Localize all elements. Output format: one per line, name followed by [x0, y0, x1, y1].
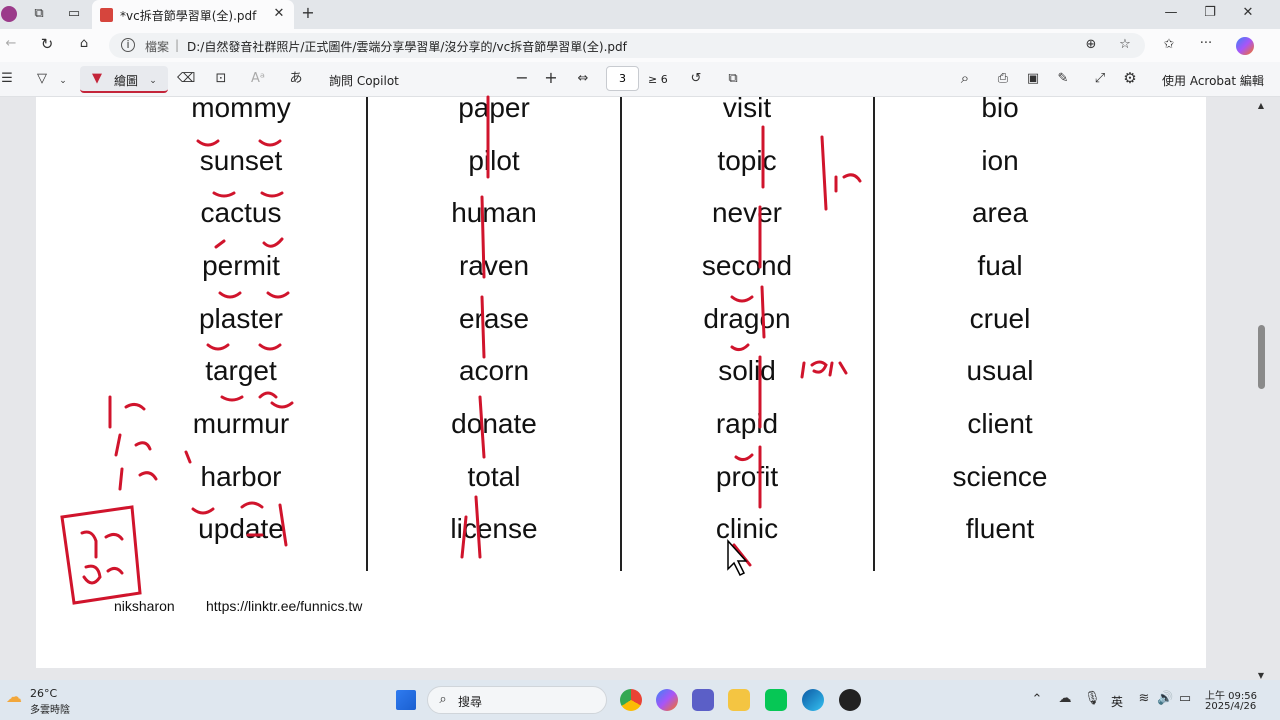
back-icon[interactable]: ← — [3, 37, 19, 51]
fullscreen-icon[interactable]: ⤢ — [1092, 72, 1108, 86]
highlight-icon[interactable]: ▽ — [34, 72, 50, 86]
url-source-label: 檔案 — [145, 40, 170, 54]
copilot-icon[interactable] — [1236, 37, 1254, 55]
workspaces-icon[interactable]: ⧉ — [31, 7, 47, 21]
clock-time[interactable]: 上午 09:56 — [1205, 687, 1257, 702]
favorite-star-icon[interactable]: ☆ — [1117, 38, 1133, 52]
page-number-input[interactable]: 3 — [606, 66, 639, 91]
page-total: ≥ 6 — [648, 73, 668, 86]
file-explorer-icon[interactable] — [728, 689, 750, 711]
close-tab-icon[interactable]: ✕ — [272, 7, 286, 21]
contents-icon[interactable]: ☰ — [0, 72, 14, 86]
vertical-scrollbar[interactable]: ▲ ▼ — [1254, 97, 1266, 680]
obs-icon[interactable] — [839, 689, 861, 711]
chrome-icon[interactable] — [620, 689, 642, 711]
eraser-icon[interactable]: ⌫ — [177, 72, 195, 86]
onedrive-icon[interactable]: ☁ — [1057, 692, 1073, 706]
ask-copilot-button[interactable]: 詢問 Copilot — [329, 72, 399, 89]
edge-icon[interactable] — [802, 689, 824, 711]
read-aloud-icon[interactable]: Aᵃ — [250, 72, 266, 86]
microphone-icon[interactable]: 🎙 — [1084, 692, 1101, 706]
address-bar[interactable]: i 檔案 | D:/自然發音社群照片/正式圖件/雲端分享學習單/沒分享的/vc拆… — [109, 33, 1145, 58]
taskbar-search[interactable]: ⌕ 搜尋 — [427, 686, 607, 714]
restore-icon[interactable]: ❐ — [1202, 6, 1218, 20]
draw-button[interactable]: ▼ 繪圖 ⌄ — [80, 66, 168, 93]
wifi-icon[interactable]: ≋ — [1137, 692, 1151, 706]
draw-options-chevron-icon[interactable]: ⌄ — [148, 74, 158, 88]
tab-strip: ⧉ ▭ *vc拆音節學習單(全).pdf ✕ + — ❐ ✕ — [0, 0, 1280, 29]
zoom-icon[interactable]: ⊕ — [1083, 38, 1099, 52]
info-icon[interactable]: i — [121, 38, 135, 52]
zoom-in-icon[interactable]: + — [543, 70, 559, 86]
url-separator: | — [175, 38, 180, 52]
tab-title: *vc拆音節學習單(全).pdf — [120, 9, 257, 23]
search-placeholder: 搜尋 — [458, 695, 483, 709]
line-icon[interactable] — [765, 689, 787, 711]
taskbar: ☁ 26°C 多雲時陰 ⌕ 搜尋 ⌃ ☁ 🎙 英 ≋ 🔊 ▭ 上午 09:56 … — [0, 680, 1280, 720]
fit-width-icon[interactable]: ⇔ — [575, 72, 591, 86]
translate-icon[interactable]: あ — [287, 72, 305, 86]
clock-date[interactable]: 2025/4/26 — [1205, 701, 1256, 712]
draw-label: 繪圖 — [114, 74, 139, 88]
weather-temp[interactable]: 26°C — [30, 687, 57, 700]
address-bar-row: ← ↻ ⌂ i 檔案 | D:/自然發音社群照片/正式圖件/雲端分享學習單/沒分… — [0, 29, 1280, 62]
draw-pen-icon: ▼ — [92, 71, 102, 86]
acrobat-edit-button[interactable]: 使用 Acrobat 編輯 — [1162, 72, 1264, 89]
save-as-icon[interactable]: ✎ — [1055, 72, 1071, 86]
search-icon: ⌕ — [439, 692, 447, 707]
scroll-up-icon[interactable]: ▲ — [1256, 99, 1266, 113]
pdf-page: mommy sunset cactus permit plaster targe… — [36, 92, 1206, 668]
print-icon[interactable]: ⎙ — [995, 72, 1011, 86]
copilot-app-icon[interactable] — [656, 689, 678, 711]
pdf-file-icon — [100, 8, 113, 22]
ime-indicator[interactable]: 英 — [1111, 693, 1123, 710]
profile-avatar-icon[interactable] — [1, 6, 17, 22]
active-tab[interactable]: *vc拆音節學習單(全).pdf ✕ — [92, 0, 294, 29]
battery-icon[interactable]: ▭ — [1177, 692, 1193, 706]
new-tab-icon[interactable]: + — [300, 5, 316, 21]
settings-gear-icon[interactable]: ⚙ — [1122, 71, 1138, 86]
tab-actions-icon[interactable]: ▭ — [66, 7, 82, 21]
home-icon[interactable]: ⌂ — [76, 37, 92, 51]
cursor-icon — [727, 539, 748, 577]
teams-icon[interactable] — [692, 689, 714, 711]
tray-chevron-up-icon[interactable]: ⌃ — [1030, 693, 1044, 707]
url-text[interactable]: D:/自然發音社群照片/正式圖件/雲端分享學習單/沒分享的/vc拆音節學習單(全… — [187, 38, 627, 55]
rotate-icon[interactable]: ↺ — [688, 72, 704, 86]
scrollbar-thumb[interactable] — [1258, 325, 1265, 389]
weather-cloud-icon[interactable]: ☁ — [4, 689, 24, 705]
favorites-icon[interactable]: ✩ — [1161, 38, 1177, 52]
close-window-icon[interactable]: ✕ — [1240, 6, 1256, 20]
start-windows-icon[interactable] — [396, 690, 416, 710]
zoom-out-icon[interactable]: − — [514, 70, 530, 86]
more-menu-icon[interactable]: ··· — [1198, 37, 1214, 51]
pdf-viewer[interactable]: mommy sunset cactus permit plaster targe… — [0, 92, 1280, 680]
refresh-icon[interactable]: ↻ — [39, 37, 55, 52]
page-view-icon[interactable]: ⧉ — [725, 72, 741, 86]
save-icon[interactable]: ▣ — [1025, 72, 1041, 86]
volume-icon[interactable]: 🔊 — [1157, 692, 1173, 706]
chevron-down-icon[interactable]: ⌄ — [58, 74, 68, 88]
weather-desc[interactable]: 多雲時陰 — [30, 701, 70, 716]
minimize-icon[interactable]: — — [1163, 6, 1179, 20]
text-box-icon[interactable]: ⊡ — [213, 72, 229, 86]
search-icon[interactable]: ⌕ — [957, 71, 973, 86]
